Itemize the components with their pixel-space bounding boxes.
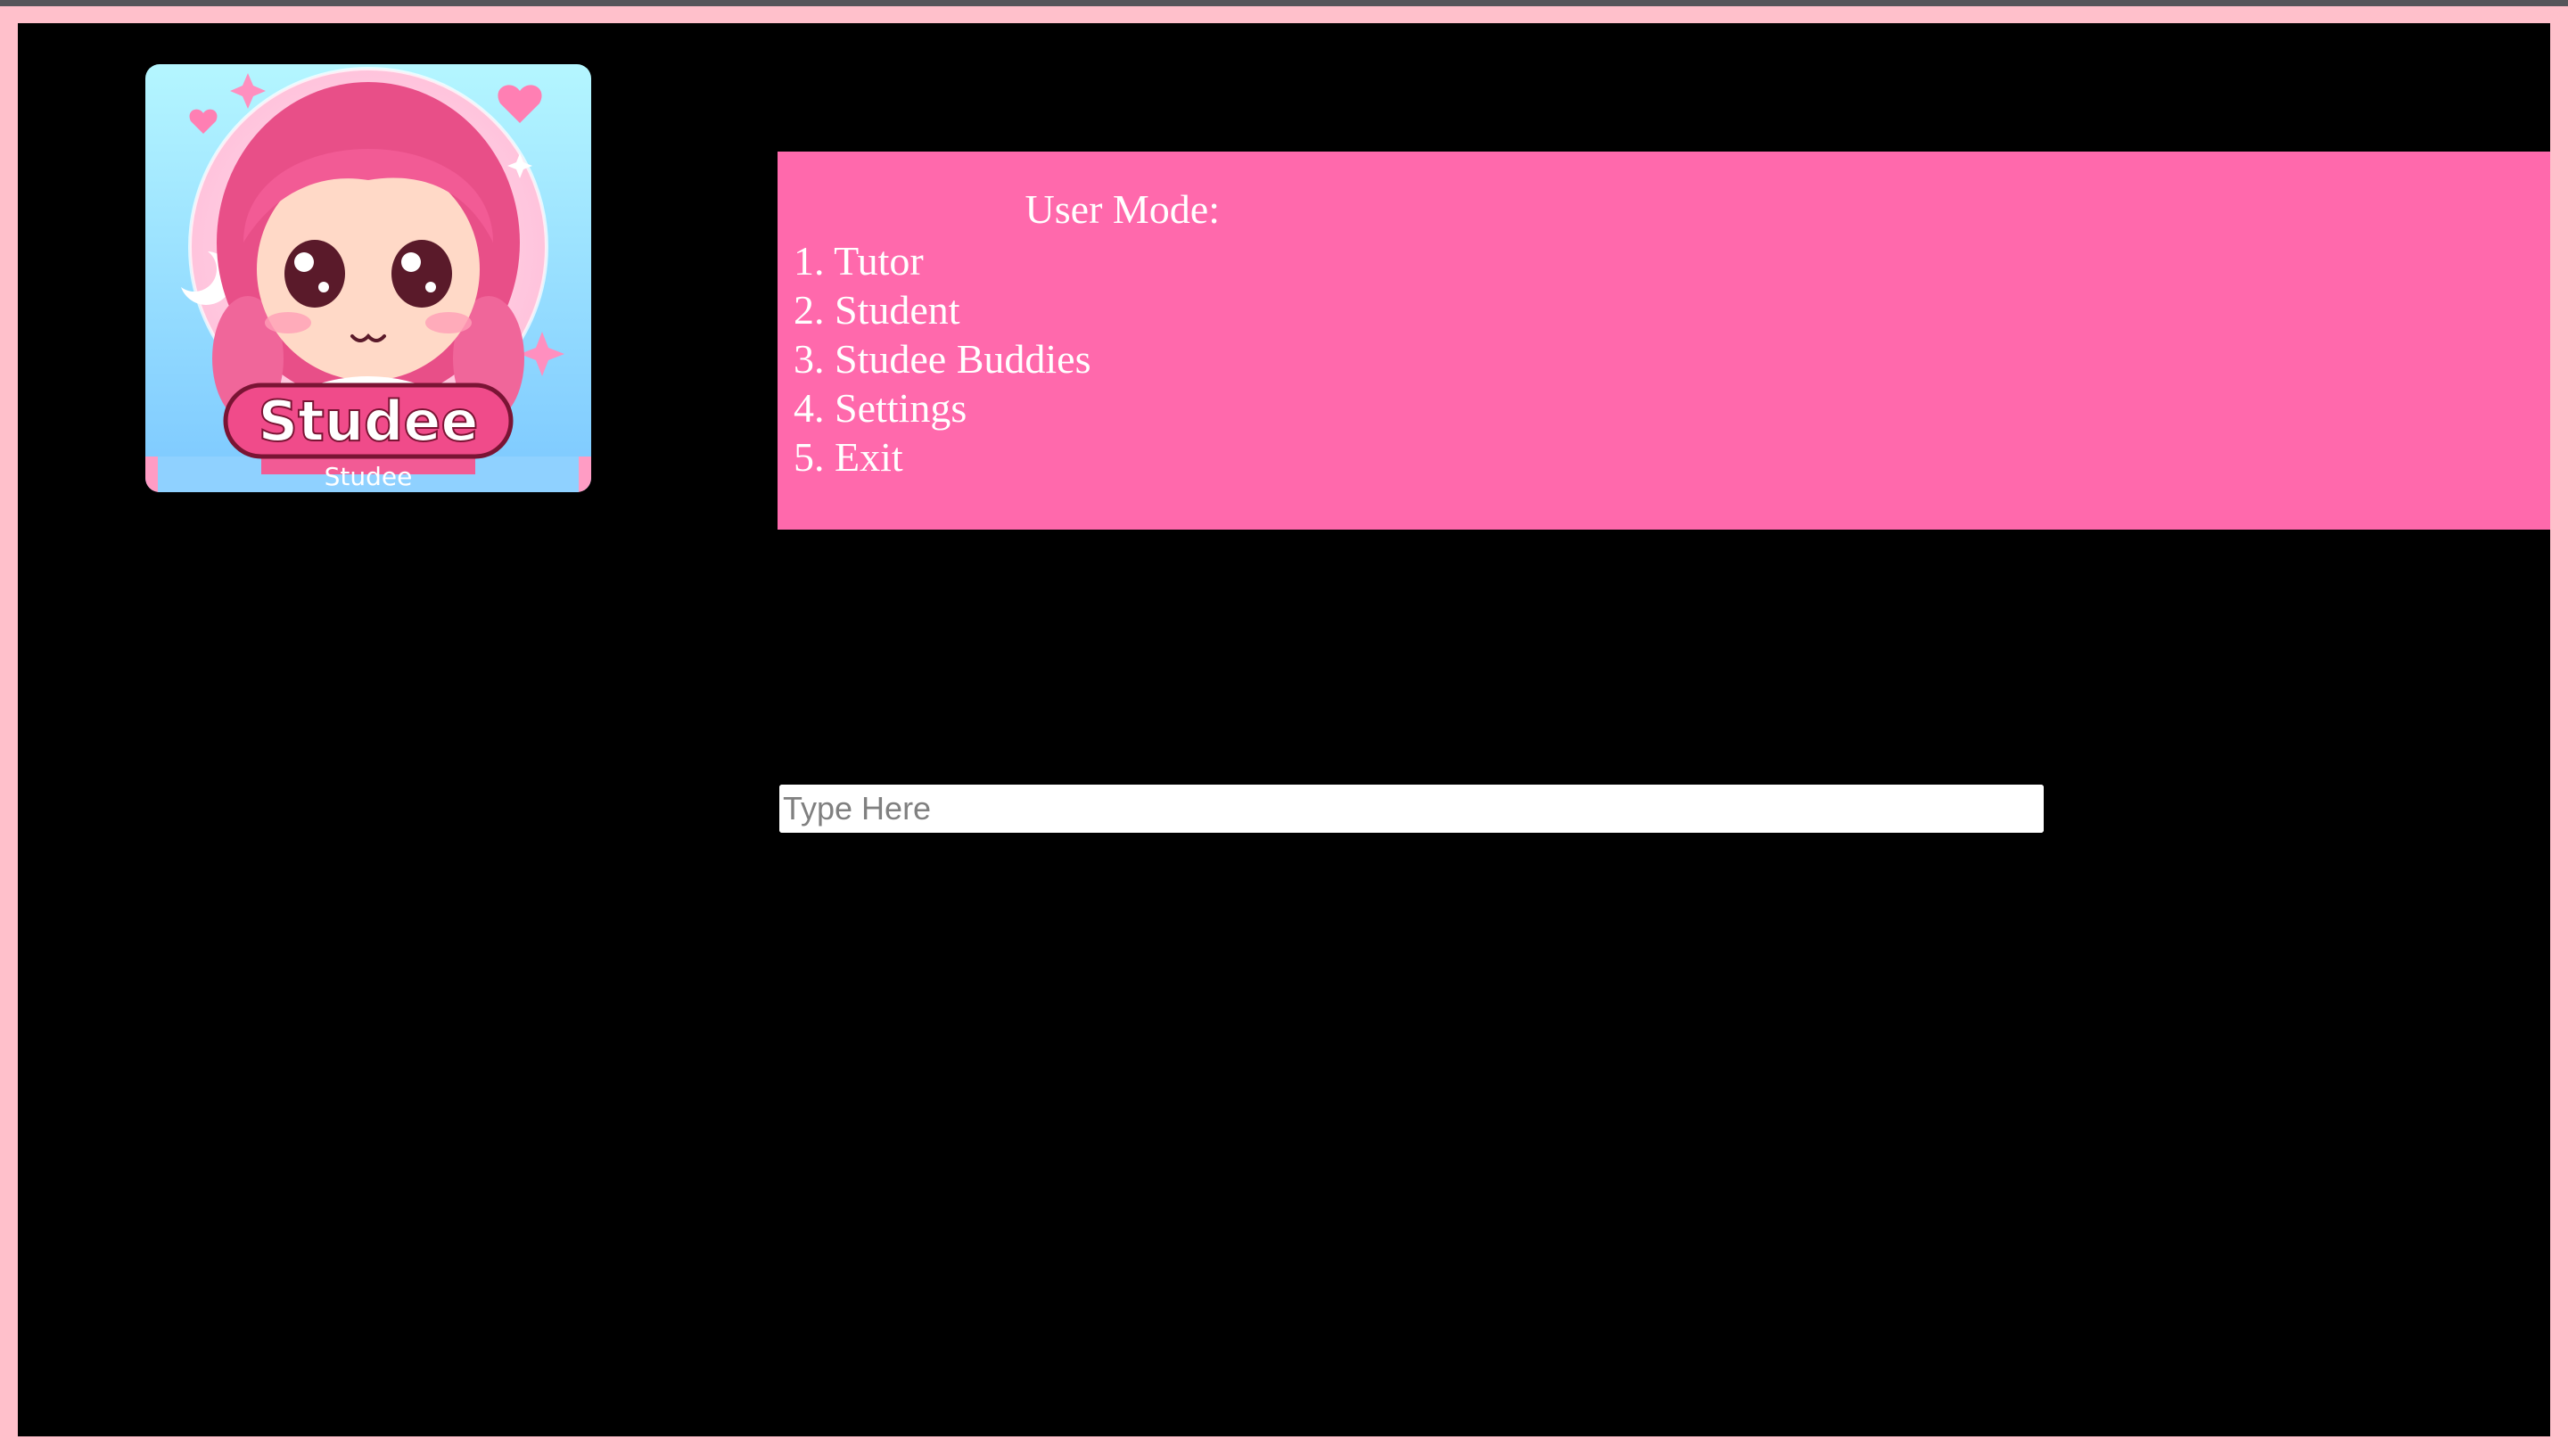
studee-logo-image: Studee Studee — [145, 64, 591, 492]
logo-badge-text: Studee — [259, 389, 479, 454]
command-input-container — [777, 782, 2046, 835]
menu-title: User Mode: — [1025, 186, 1220, 232]
menu-item-tutor: 1. Tutor — [794, 238, 924, 284]
menu-item-settings: 4. Settings — [794, 385, 967, 431]
menu-item-student: 2. Student — [794, 287, 960, 333]
logo-caption: Studee — [325, 462, 413, 491]
menu-item-studee-buddies: 3. Studee Buddies — [794, 336, 1091, 382]
app-canvas: Studee Studee User Mode: 1. Tutor 2. Stu… — [18, 23, 2550, 1436]
window-top-bar — [0, 0, 2568, 6]
menu-options-list: 1. Tutor 2. Student 3. Studee Buddies 4.… — [794, 236, 1091, 481]
menu-item-exit: 5. Exit — [794, 434, 903, 480]
command-input[interactable] — [777, 782, 2046, 835]
user-mode-menu: User Mode: 1. Tutor 2. Student 3. Studee… — [778, 152, 2550, 530]
